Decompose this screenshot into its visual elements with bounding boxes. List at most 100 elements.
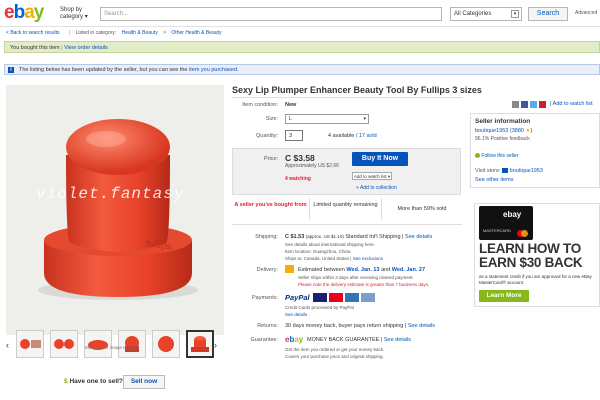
- thumbnail[interactable]: [152, 330, 180, 358]
- updated-banner: i The listing below has been updated by …: [4, 64, 600, 75]
- price-approx: Approximately US $2.66: [285, 163, 339, 169]
- truck-icon: [285, 265, 294, 273]
- shipping-value: C $1.53 (approx. US $1.10) Standard Int'…: [285, 234, 433, 240]
- ebay-logo[interactable]: ebay: [4, 2, 44, 24]
- watch-list-button[interactable]: Add to watch list ▾: [352, 172, 392, 180]
- guarantee-note1: Get the item you ordered or get your mon…: [285, 347, 385, 352]
- buy-it-now-button[interactable]: Buy It Now: [352, 152, 408, 166]
- other-items-link[interactable]: See other items: [475, 177, 514, 183]
- back-link[interactable]: < Back to search results: [6, 30, 64, 36]
- item-location: Item location: Guangzhou, China: [285, 249, 351, 254]
- zoom-caption: Mouse over image to zoom: [85, 345, 140, 350]
- breadcrumb-health-beauty[interactable]: Health & Beauty: [122, 30, 158, 36]
- follow-icon: [475, 153, 480, 159]
- follow-seller[interactable]: Follow this seller: [475, 153, 518, 159]
- payments-label: Payments:: [252, 295, 278, 301]
- ship-intl-note: See details about international shipping…: [285, 242, 376, 247]
- availability: 4 available / 17 sold: [328, 133, 377, 139]
- learn-more-button[interactable]: Learn More: [479, 290, 529, 302]
- product-title: Sexy Lip Plumper Enhancer Beauty Tool By…: [232, 85, 482, 95]
- price-label: Price:: [263, 156, 278, 162]
- guarantee-details-link[interactable]: See details: [384, 337, 411, 343]
- seller-info-panel: Seller information boutique1953 (3880 ★)…: [470, 113, 600, 188]
- star-icon: ★: [525, 128, 531, 134]
- store-link[interactable]: boutique1953: [510, 168, 543, 174]
- shipping-label: Shipping:: [255, 234, 278, 240]
- seller-name[interactable]: boutique1953 (3880 ★): [475, 128, 532, 134]
- mastercard-icon: [329, 293, 343, 302]
- paypal-logo: PayPal: [285, 293, 310, 302]
- add-collection-link[interactable]: + Add to collection: [356, 185, 397, 191]
- thumbnail-selected[interactable]: [186, 330, 214, 358]
- paypal-credit: Credit Cards processed by PayPal: [285, 305, 354, 310]
- discover-icon: [361, 293, 375, 302]
- mastercard-ad[interactable]: ebay MASTERCARD LEARN HOW TO EARN $30 BAC…: [474, 203, 600, 307]
- returns-label: Returns:: [257, 323, 278, 329]
- size-label: Size:: [265, 116, 278, 122]
- divider: [232, 224, 462, 225]
- pinterest-icon[interactable]: [539, 101, 546, 108]
- thumb-prev-icon[interactable]: ‹: [6, 340, 9, 350]
- add-to-list-link[interactable]: | Add to watch list: [550, 101, 593, 107]
- breadcrumb-other[interactable]: Other Health & Beauty: [171, 30, 221, 36]
- breadcrumb: < Back to search results | Listed in cat…: [6, 30, 222, 36]
- payments-details-link[interactable]: See details: [285, 312, 307, 317]
- credit-card-image: ebay MASTERCARD: [479, 206, 533, 240]
- info-icon: i: [8, 67, 14, 73]
- delivery-estimate: Estimated between Wed. Jan. 13 and Wed. …: [298, 267, 425, 273]
- facebook-icon[interactable]: [521, 101, 528, 108]
- sold-link[interactable]: 17 sold: [359, 133, 377, 139]
- delivery-note: Seller ships within 3 days after receivi…: [298, 275, 414, 280]
- category-select[interactable]: All Categories ▾: [450, 7, 522, 21]
- view-order-link[interactable]: View order details: [64, 45, 108, 51]
- thumbnail[interactable]: [16, 330, 44, 358]
- promo-limited: Limited quantity remaining: [310, 198, 382, 220]
- visit-store: Visit store: boutique1953: [475, 168, 543, 174]
- exclusions-link[interactable]: See exclusions: [353, 256, 383, 261]
- price-value: C $3.58: [285, 153, 315, 163]
- divider: [232, 97, 462, 98]
- delivery-warning: Please note the delivery estimate is gre…: [298, 282, 430, 287]
- quantity-input[interactable]: 3: [285, 130, 303, 141]
- search-button[interactable]: Search: [528, 7, 568, 21]
- main-product-image[interactable]: violet.fantasy fullips: [6, 85, 224, 335]
- visa-icon: [313, 293, 327, 302]
- updated-text: The listing below has been updated by th…: [19, 67, 188, 73]
- header: ebay Shop by category ▾ Search... All Ca…: [0, 0, 600, 27]
- advanced-search-link[interactable]: Advanced: [575, 10, 597, 16]
- ad-fine-print: as a statement credit if you are approve…: [479, 274, 592, 285]
- dollar-icon: $: [64, 378, 68, 385]
- promo-seller-bought: A seller you've bought from: [232, 198, 310, 220]
- condition-label: Item condition:: [242, 102, 278, 108]
- returns-value: 30 days money back, buyer pays return sh…: [285, 323, 436, 329]
- guarantee-label: Guarantee:: [250, 337, 278, 343]
- item-purchased-link[interactable]: item you purchased.: [189, 67, 239, 73]
- condition-value: New: [285, 102, 297, 108]
- delivery-label: Delivery:: [256, 267, 278, 273]
- twitter-icon[interactable]: [530, 101, 537, 108]
- shop-by-category[interactable]: Shop by category ▾: [60, 7, 96, 21]
- chevron-down-icon: ▾: [363, 116, 366, 122]
- size-select[interactable]: L ▾: [285, 114, 369, 124]
- seller-feedback: 96.1% Positive feedback: [475, 136, 530, 142]
- thumbnail[interactable]: [50, 330, 78, 358]
- bought-banner: You bought this item | View order detail…: [4, 41, 600, 53]
- chevron-down-icon: ▾: [511, 10, 519, 18]
- store-icon: [502, 168, 509, 174]
- lip-plumper-image: [38, 119, 198, 300]
- bought-text: You bought this item: [10, 45, 60, 51]
- ships-to: Ships to: Canada, United States | See ex…: [285, 256, 383, 261]
- shipping-details-link[interactable]: See details: [405, 234, 432, 240]
- promo-sold: More than 59% sold: [397, 206, 447, 212]
- sell-now-button[interactable]: Sell now: [123, 375, 165, 389]
- thumbnail[interactable]: [118, 330, 146, 358]
- plus-icon: +: [356, 185, 359, 191]
- ebay-guarantee-logo: ebay: [285, 335, 304, 344]
- seller-info-title: Seller information: [475, 118, 531, 125]
- thumbnail[interactable]: [84, 330, 112, 358]
- returns-details-link[interactable]: See details: [408, 323, 435, 329]
- search-input[interactable]: Search...: [100, 7, 442, 21]
- email-icon[interactable]: [512, 101, 519, 108]
- watching-count: 4 watching: [285, 176, 311, 182]
- sell-prompt: $ Have one to sell?: [64, 378, 123, 385]
